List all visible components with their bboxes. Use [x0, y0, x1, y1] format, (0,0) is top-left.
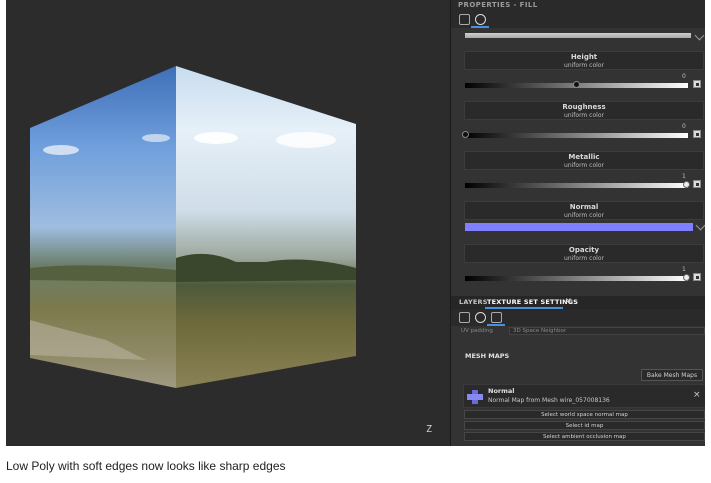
- preview-bar: [465, 33, 691, 38]
- opacity-slider[interactable]: [465, 274, 690, 281]
- metallic-swap-icon[interactable]: [693, 180, 701, 188]
- cube-render: [30, 66, 356, 388]
- channel-metallic-value: 1: [682, 173, 686, 180]
- channel-roughness-value: 0: [682, 123, 686, 130]
- channel-opacity-name: Opacity: [568, 246, 600, 254]
- normal-map-name: Normal: [488, 387, 515, 395]
- metallic-slider[interactable]: [465, 181, 690, 188]
- sphere-tab-icon[interactable]: [475, 14, 486, 25]
- uv-padding-dropdown[interactable]: 3D Space Neighbor: [509, 327, 705, 335]
- viewport-3d[interactable]: Z: [6, 0, 448, 446]
- channel-normal-box[interactable]: Normal uniform color: [464, 201, 704, 220]
- height-swap-icon[interactable]: [693, 80, 701, 88]
- channel-height-box[interactable]: Height uniform color: [464, 51, 704, 70]
- axis-z-label: Z: [426, 424, 433, 435]
- channel-roughness-sub: uniform color: [564, 112, 604, 119]
- normal-mesh-map-row[interactable]: Normal Normal Map from Mesh wire_0570081…: [463, 384, 705, 408]
- bake-mesh-maps-button[interactable]: Bake Mesh Maps: [641, 369, 703, 381]
- properties-tab-row: [451, 10, 705, 28]
- channel-opacity-value: 1: [682, 266, 686, 273]
- mesh-maps-title: MESH MAPS: [465, 352, 510, 360]
- lower-tabs: LAYERS TEXTURE SET SETTINGS ×: [451, 296, 705, 309]
- roughness-slider-knob[interactable]: [462, 131, 469, 138]
- select-world-space-normal-map-button[interactable]: Select world space normal map: [464, 410, 705, 419]
- material-tab-icon[interactable]: [459, 14, 470, 25]
- normal-eyedropper-icon[interactable]: [695, 220, 705, 231]
- texture-tab-underline: [487, 324, 505, 326]
- normal-map-icon: [467, 390, 483, 404]
- panel-header: PROPERTIES - FILL: [451, 0, 705, 10]
- roughness-slider[interactable]: [462, 131, 688, 138]
- channel-roughness-box[interactable]: Roughness uniform color: [464, 101, 704, 120]
- tab-close-icon[interactable]: ×: [565, 296, 572, 305]
- axis-gizmo: Z: [426, 424, 432, 435]
- select-id-map-button[interactable]: Select id map: [464, 421, 705, 430]
- opacity-slider-knob[interactable]: [683, 274, 690, 281]
- channel-opacity-box[interactable]: Opacity uniform color: [464, 244, 704, 263]
- channel-metallic-name: Metallic: [568, 153, 600, 161]
- caption-text: Low Poly with soft edges now looks like …: [6, 459, 286, 473]
- normal-map-source: Normal Map from Mesh wire_057008136: [488, 397, 610, 404]
- texture-sphere-icon[interactable]: [475, 312, 486, 323]
- tab-underline: [471, 26, 489, 28]
- channel-metallic-box[interactable]: Metallic uniform color: [464, 151, 704, 170]
- select-ambient-occlusion-map-button[interactable]: Select ambient occlusion map: [464, 432, 705, 441]
- properties-panel: PROPERTIES - FILL Height uniform color 0…: [450, 0, 705, 446]
- channel-opacity-sub: uniform color: [564, 255, 604, 262]
- height-slider[interactable]: [465, 81, 688, 88]
- app-window: Z PROPERTIES - FILL Height uniform color…: [6, 0, 705, 446]
- opacity-swap-icon[interactable]: [693, 273, 701, 281]
- roughness-swap-icon[interactable]: [693, 130, 701, 138]
- channel-height-name: Height: [570, 53, 598, 61]
- channel-metallic-sub: uniform color: [564, 162, 604, 169]
- normal-color-swatch[interactable]: [465, 223, 693, 231]
- texture-uv-icon[interactable]: [491, 312, 502, 323]
- tab-layers[interactable]: LAYERS: [459, 298, 488, 306]
- texture-set-tab-row: [451, 309, 705, 326]
- channel-normal-name: Normal: [569, 203, 599, 211]
- close-icon[interactable]: ×: [693, 390, 701, 400]
- texture-material-icon[interactable]: [459, 312, 470, 323]
- height-slider-knob[interactable]: [573, 81, 580, 88]
- channel-roughness-name: Roughness: [562, 103, 606, 111]
- channel-height-sub: uniform color: [564, 62, 604, 69]
- metallic-slider-knob[interactable]: [683, 181, 690, 188]
- eyedropper-icon[interactable]: [694, 30, 705, 41]
- cube-right-face: [176, 66, 356, 388]
- channel-normal-sub: uniform color: [564, 212, 604, 219]
- channel-height-value: 0: [682, 73, 686, 80]
- uv-padding-label: UV padding: [461, 328, 493, 334]
